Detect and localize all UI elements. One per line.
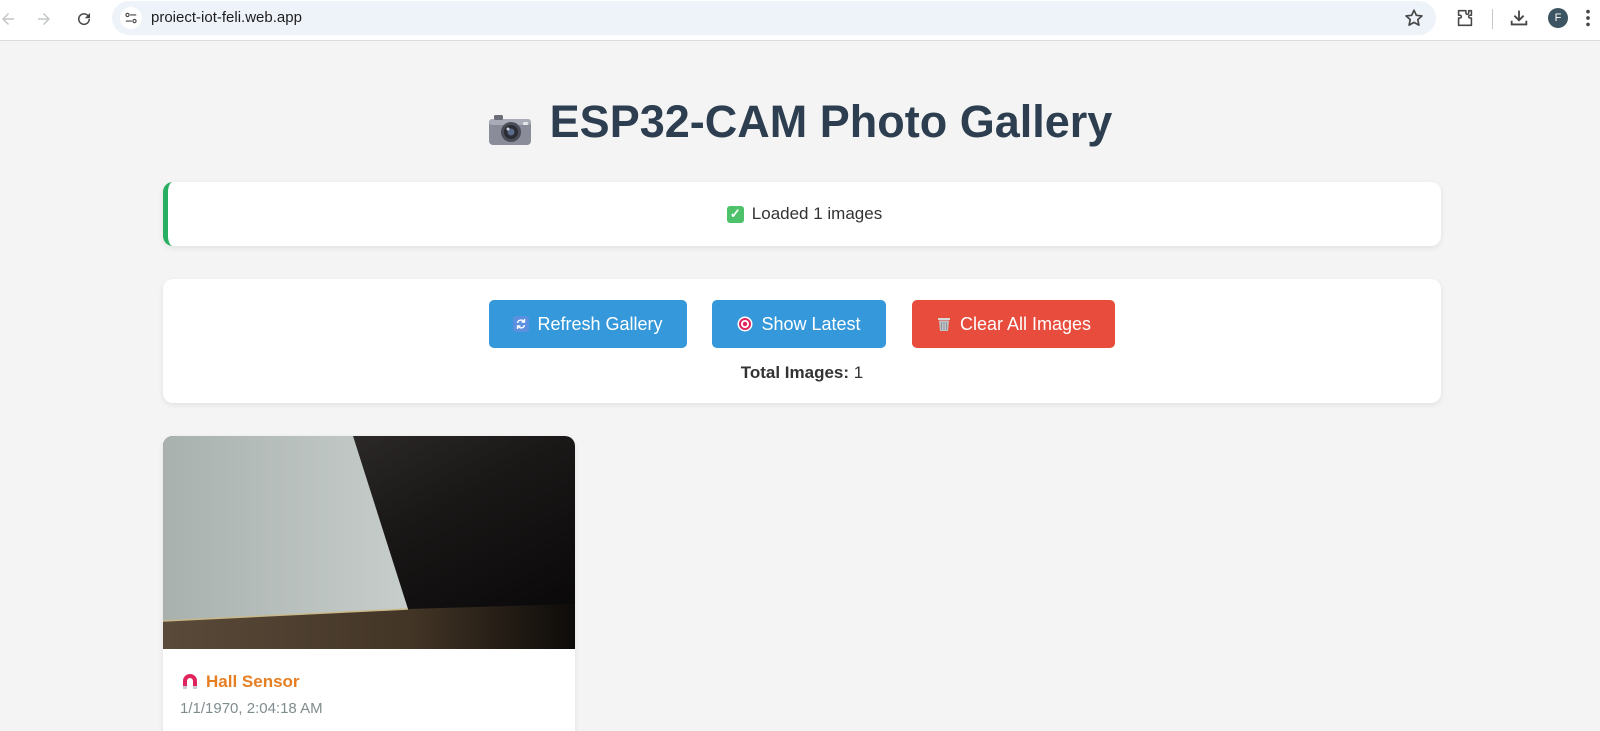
camera-icon: [488, 105, 532, 145]
address-bar[interactable]: proiect-iot-feli.web.app: [112, 1, 1436, 35]
photo-timestamp: 1/1/1970, 2:04:18 AM: [180, 700, 323, 717]
page-title: ESP32-CAM Photo Gallery: [0, 96, 1600, 148]
refresh-gallery-label: Refresh Gallery: [537, 313, 663, 334]
back-arrow-icon[interactable]: [0, 5, 22, 33]
status-message: ✓ Loaded 1 images: [163, 182, 1441, 246]
clear-all-images-button[interactable]: Clear All Images: [912, 300, 1115, 348]
refresh-icon: [513, 316, 530, 332]
page-title-text: ESP32-CAM Photo Gallery: [549, 96, 1113, 147]
total-images: Total Images: 1: [163, 363, 1441, 383]
trash-icon: [936, 316, 952, 332]
sensor-type: Hall Sensor: [180, 672, 300, 692]
reload-icon[interactable]: [70, 5, 98, 33]
site-info-icon[interactable]: [120, 7, 142, 29]
toolbar-divider: [1492, 9, 1493, 29]
url-text[interactable]: proiect-iot-feli.web.app: [151, 9, 302, 26]
show-latest-label: Show Latest: [761, 313, 861, 334]
target-icon: [737, 316, 753, 332]
profile-avatar[interactable]: F: [1548, 8, 1568, 28]
total-images-value: 1: [853, 363, 864, 382]
controls-panel: Refresh Gallery Show Latest Clear All Im…: [163, 279, 1441, 403]
photo-card[interactable]: Hall Sensor 1/1/1970, 2:04:18 AM: [163, 436, 575, 731]
show-latest-button[interactable]: Show Latest: [712, 300, 886, 348]
sensor-label: Hall Sensor: [206, 672, 300, 691]
total-images-label: Total Images:: [740, 363, 850, 382]
browser-toolbar: proiect-iot-feli.web.app F: [0, 0, 1600, 41]
forward-arrow-icon[interactable]: [30, 5, 58, 33]
magnet-icon: [180, 672, 200, 692]
captured-photo[interactable]: [163, 436, 575, 649]
kebab-menu-icon[interactable]: [1582, 7, 1594, 29]
download-icon[interactable]: [1508, 7, 1530, 29]
bookmark-star-icon[interactable]: [1403, 7, 1425, 29]
clear-all-images-label: Clear All Images: [959, 313, 1092, 334]
status-text: Loaded 1 images: [751, 204, 883, 223]
check-icon: ✓: [726, 205, 744, 223]
refresh-gallery-button[interactable]: Refresh Gallery: [489, 300, 687, 348]
extensions-icon[interactable]: [1454, 7, 1476, 29]
